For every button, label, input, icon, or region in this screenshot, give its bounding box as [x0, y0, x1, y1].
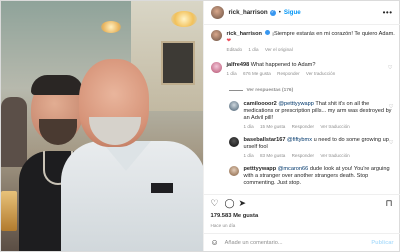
avatar[interactable] — [210, 30, 222, 41]
caption-text-line: rick_harrison ¡Siempre estarás en mi cor… — [227, 30, 396, 45]
like-comment-heart-icon[interactable]: ♡ — [388, 65, 393, 71]
post-time: Hace un día — [210, 223, 236, 228]
comment-input[interactable]: Añade un comentario... — [225, 240, 372, 246]
verified-badge-icon — [264, 30, 270, 35]
caption-body: rick_harrison ¡Siempre estarás en mi cor… — [227, 30, 396, 52]
publish-button[interactable]: Publicar — [371, 240, 393, 246]
emoji-icon[interactable]: ☺ — [211, 238, 219, 247]
avatar[interactable] — [228, 101, 239, 111]
reply-mention[interactable]: @petttyywapp — [278, 101, 314, 107]
photo-glass — [1, 191, 17, 231]
caption-meta: Editado 1 día Ver el original — [227, 47, 396, 52]
reply-mention[interactable]: @fiftybmx — [287, 137, 312, 143]
reply-mention[interactable]: @mcaron66 — [278, 166, 309, 172]
photo-lamp-secondary — [101, 21, 121, 33]
comment-body: jalfre498 What happened to Adam? 1 día 6… — [227, 62, 396, 76]
like-reply-heart-icon[interactable]: ♡ — [389, 140, 394, 146]
like-reply-heart-icon[interactable]: ♡ — [389, 104, 394, 110]
comment-item: jalfre498 What happened to Adam? 1 día 6… — [210, 62, 396, 76]
translate-link[interactable]: Ver traducción — [306, 71, 335, 76]
comment-bubble-icon[interactable]: ◯ — [225, 199, 235, 208]
like-heart-icon[interactable]: ♡ — [211, 199, 219, 208]
reply-text-line: baseballstar167 @fiftybmx u need to do s… — [244, 137, 397, 151]
separator-dot: • — [278, 9, 281, 16]
view-replies-line — [228, 90, 243, 91]
reply-username[interactable]: camiloooor2 — [244, 101, 277, 107]
reply-meta: 1 día 15 Me gusta Responder Ver traducci… — [244, 124, 397, 129]
reply-username[interactable]: baseballstar167 — [244, 137, 286, 143]
follow-button[interactable]: Sigue — [284, 9, 301, 16]
avatar[interactable] — [210, 6, 224, 19]
post-header: rick_harrison • Sigue ••• — [203, 1, 400, 25]
reply-meta: 1 día 83 Me gusta Responder Ver traducci… — [244, 153, 397, 158]
reply-item: petttyywapp @mcaron66 dude look at you! … — [228, 166, 397, 187]
reply-username[interactable]: petttyywapp — [244, 166, 277, 172]
comment-likes[interactable]: 676 Me gusta — [243, 71, 271, 76]
comment-composer: ☺ Añade un comentario... Publicar — [203, 233, 400, 251]
caption: rick_harrison ¡Siempre estarás en mi cor… — [210, 30, 396, 52]
reply-button[interactable]: Responder — [292, 124, 314, 129]
reply-likes[interactable]: 83 Me gusta — [260, 153, 285, 158]
comment-username[interactable]: jalfre498 — [227, 62, 250, 68]
caption-age: 1 día — [248, 47, 259, 52]
comment-text: What happened to Adam? — [250, 62, 316, 68]
header-username[interactable]: rick_harrison — [229, 9, 268, 16]
share-send-icon[interactable]: ➤ — [239, 199, 247, 208]
caption-text: ¡Siempre estarás en mi corazón! Te quier… — [272, 31, 395, 37]
caption-username[interactable]: rick_harrison — [227, 31, 262, 37]
avatar[interactable] — [228, 166, 239, 176]
reply-body: camiloooor2 @petttyywapp That shit it's … — [244, 101, 397, 129]
reply-age: 1 día — [243, 153, 254, 158]
reply-age: 1 día — [243, 124, 254, 129]
instagram-post: rick_harrison • Sigue ••• rick_harrison … — [0, 0, 400, 252]
reply-text-line: camiloooor2 @petttyywapp That shit it's … — [244, 101, 397, 122]
reply-button[interactable]: Responder — [292, 153, 314, 158]
view-replies-button[interactable]: Ver respuestas (176) — [228, 88, 294, 93]
photo-wall-frame — [161, 41, 195, 85]
reply-item: baseballstar167 @fiftybmx u need to do s… — [228, 137, 397, 158]
comment-meta: 1 día 676 Me gusta Responder Ver traducc… — [227, 71, 396, 76]
caption-edited: Editado — [226, 47, 243, 52]
post-actions: ♡ ◯ ➤ ⊓ — [203, 194, 400, 214]
heart-emoji-icon: ❤ — [226, 38, 232, 44]
comment-age: 1 día — [226, 71, 237, 76]
see-original-link[interactable]: Ver el original — [265, 47, 293, 52]
photo-pocket-item — [151, 183, 173, 193]
post-photo[interactable] — [1, 1, 203, 251]
photo-lamp — [171, 11, 197, 27]
avatar[interactable] — [210, 62, 222, 73]
photo-background-person — [1, 97, 27, 167]
reply-body: petttyywapp @mcaron66 dude look at you! … — [244, 166, 397, 187]
translate-link[interactable]: Ver traducción — [320, 153, 349, 158]
verified-badge-icon — [269, 9, 276, 16]
view-replies-label: Ver respuestas (176) — [246, 88, 294, 93]
avatar[interactable] — [228, 137, 239, 147]
comment-text-line: jalfre498 What happened to Adam? — [227, 62, 396, 69]
likes-count[interactable]: 179.583 Me gusta — [211, 213, 259, 219]
photo-left-man-cap — [31, 75, 83, 95]
save-bookmark-icon[interactable]: ⊓ — [385, 199, 392, 208]
reply-likes[interactable]: 15 Me gusta — [260, 124, 285, 129]
reply-item: camiloooor2 @petttyywapp That shit it's … — [228, 101, 397, 129]
reply-body: baseballstar167 @fiftybmx u need to do s… — [244, 137, 397, 158]
reply-button[interactable]: Responder — [277, 71, 299, 76]
reply-text-line: petttyywapp @mcaron66 dude look at you! … — [244, 166, 397, 187]
translate-link[interactable]: Ver traducción — [320, 124, 349, 129]
more-horizontal-icon[interactable]: ••• — [383, 8, 393, 17]
post-side-panel: rick_harrison • Sigue ••• rick_harrison … — [202, 1, 400, 251]
comments-list[interactable]: rick_harrison ¡Siempre estarás en mi cor… — [204, 26, 400, 189]
